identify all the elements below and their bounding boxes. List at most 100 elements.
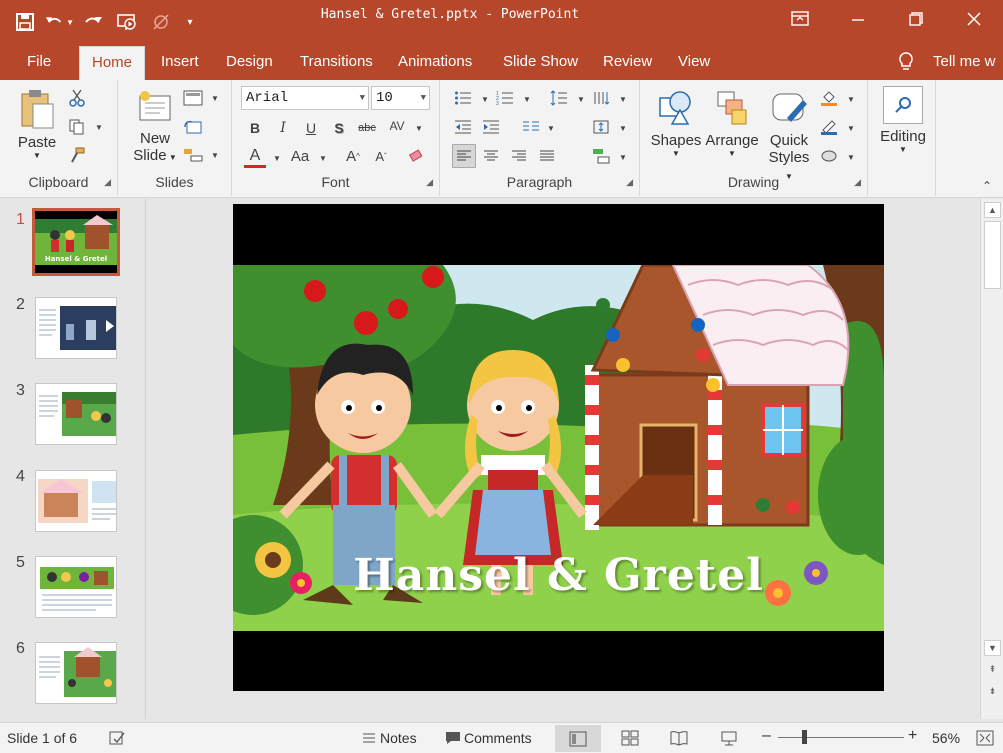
decrease-indent-icon[interactable] — [452, 117, 474, 137]
clear-formatting-icon[interactable] — [406, 146, 428, 166]
previous-slide-icon[interactable]: ⇞ — [984, 661, 1001, 677]
smartart-dropdown-icon[interactable]: ▼ — [612, 147, 634, 167]
scroll-up-icon[interactable]: ▲ — [984, 202, 1001, 218]
text-shadow-icon[interactable]: S — [328, 118, 350, 138]
minimize-icon[interactable] — [829, 0, 887, 38]
tab-slide-show[interactable]: Slide Show — [491, 46, 590, 80]
shape-effects-dropdown-icon[interactable]: ▼ — [840, 147, 862, 167]
text-direction-icon[interactable] — [590, 88, 612, 108]
section-dropdown-icon[interactable]: ▼ — [204, 145, 226, 165]
align-left-icon[interactable] — [452, 144, 476, 168]
current-slide[interactable]: Hansel & Gretel — [233, 204, 884, 691]
cut-icon[interactable] — [66, 88, 88, 108]
slide-title[interactable]: Hansel & Gretel — [233, 550, 884, 601]
lightbulb-icon[interactable] — [897, 52, 915, 75]
format-painter-icon[interactable] — [66, 145, 88, 165]
slide-thumbnail-5[interactable] — [35, 556, 117, 618]
tab-home[interactable]: Home — [79, 46, 146, 80]
tab-file[interactable]: File — [15, 46, 63, 80]
zoom-slider-thumb[interactable] — [802, 730, 807, 744]
notes-button[interactable]: Notes — [380, 730, 417, 746]
close-icon[interactable] — [945, 0, 1003, 38]
collapse-ribbon-icon[interactable]: ⌃ — [976, 176, 998, 196]
shape-outline-icon[interactable] — [818, 117, 840, 137]
font-name-combo[interactable]: Arial ▼ — [241, 86, 369, 110]
vertical-scrollbar[interactable]: ▲ ▼ ⇞ ⇟ — [980, 199, 1003, 719]
columns-dropdown-icon[interactable]: ▼ — [540, 118, 562, 138]
tab-insert[interactable]: Insert — [149, 46, 211, 80]
paste-button[interactable]: Paste ▼ — [12, 88, 62, 160]
normal-view-icon[interactable] — [555, 725, 601, 752]
align-text-icon[interactable] — [590, 117, 612, 137]
slide-show-icon[interactable] — [714, 727, 744, 749]
increase-font-size-icon[interactable]: A ^ — [342, 146, 364, 166]
reset-slide-icon[interactable] — [182, 117, 204, 137]
layout-dropdown-icon[interactable]: ▼ — [204, 88, 226, 108]
copy-dropdown-icon[interactable]: ▼ — [88, 117, 110, 137]
font-launcher-icon[interactable]: ◢ — [426, 177, 433, 188]
tab-view[interactable]: View — [666, 46, 722, 80]
zoom-slider-track[interactable] — [778, 737, 904, 738]
shape-effects-icon[interactable] — [818, 146, 840, 166]
new-slide-button[interactable]: New Slide ▼ — [132, 88, 178, 164]
character-spacing-dropdown-icon[interactable]: ▼ — [408, 118, 430, 138]
columns-icon[interactable] — [520, 117, 542, 137]
font-color-dropdown-icon[interactable]: ▼ — [266, 148, 288, 168]
underline-icon[interactable]: U — [300, 118, 322, 138]
font-color-icon[interactable]: A — [244, 146, 266, 168]
bold-icon[interactable]: B — [244, 118, 266, 138]
convert-to-smartart-icon[interactable] — [590, 146, 612, 166]
font-name-dropdown-icon[interactable]: ▼ — [360, 93, 365, 103]
shape-fill-dropdown-icon[interactable]: ▼ — [840, 89, 862, 109]
copy-icon[interactable] — [66, 117, 88, 137]
ribbon-display-options-icon[interactable] — [771, 0, 829, 38]
slide-thumbnail-3[interactable] — [35, 383, 117, 445]
restore-icon[interactable] — [887, 0, 945, 38]
increase-indent-icon[interactable] — [480, 117, 502, 137]
font-size-combo[interactable]: 10 ▼ — [371, 86, 430, 110]
layout-icon[interactable] — [182, 88, 204, 108]
spell-check-icon[interactable] — [102, 727, 132, 749]
shapes-button[interactable]: Shapes ▼ — [650, 88, 702, 158]
text-direction-dropdown-icon[interactable]: ▼ — [612, 89, 634, 109]
fit-to-window-icon[interactable] — [970, 727, 1000, 749]
zoom-level[interactable]: 56% — [932, 730, 960, 746]
line-spacing-dropdown-icon[interactable]: ▼ — [570, 89, 592, 109]
paragraph-launcher-icon[interactable]: ◢ — [626, 177, 633, 188]
align-right-icon[interactable] — [508, 146, 530, 166]
numbering-dropdown-icon[interactable]: ▼ — [516, 89, 538, 109]
tab-review[interactable]: Review — [591, 46, 664, 80]
slide-thumbnail-1[interactable]: Hansel & Gretel — [32, 208, 120, 276]
line-spacing-icon[interactable] — [548, 88, 570, 108]
editing-button[interactable]: Editing ▼ — [874, 86, 932, 154]
align-center-icon[interactable] — [480, 146, 502, 166]
slide-thumbnail-2[interactable] — [35, 297, 117, 359]
font-size-dropdown-icon[interactable]: ▼ — [421, 93, 426, 103]
zoom-out-icon[interactable]: – — [762, 727, 771, 745]
change-case-dropdown-icon[interactable]: ▼ — [312, 148, 334, 168]
scroll-thumb[interactable] — [984, 221, 1001, 289]
scroll-down-icon[interactable]: ▼ — [984, 640, 1001, 656]
drawing-launcher-icon[interactable]: ◢ — [854, 177, 861, 188]
next-slide-icon[interactable]: ⇟ — [984, 683, 1001, 699]
tab-animations[interactable]: Animations — [386, 46, 484, 80]
tell-me-search[interactable]: Tell me w — [921, 46, 996, 80]
align-text-dropdown-icon[interactable]: ▼ — [612, 118, 634, 138]
quick-styles-button[interactable]: Quick Styles ▼ — [764, 88, 814, 183]
italic-icon[interactable]: I — [272, 118, 294, 138]
section-icon[interactable] — [182, 145, 204, 165]
shape-outline-dropdown-icon[interactable]: ▼ — [840, 118, 862, 138]
bullets-dropdown-icon[interactable]: ▼ — [474, 89, 496, 109]
arrange-button[interactable]: Arrange ▼ — [704, 88, 760, 158]
decrease-font-size-icon[interactable]: Aˇ — [370, 146, 392, 166]
zoom-in-icon[interactable]: + — [908, 727, 917, 745]
shape-fill-icon[interactable] — [818, 88, 840, 108]
slide-thumbnail-4[interactable] — [35, 470, 117, 532]
comments-button[interactable]: Comments — [464, 730, 532, 746]
change-case-icon[interactable]: Aa — [286, 146, 314, 166]
character-spacing-icon[interactable]: AV — [384, 116, 410, 136]
tab-design[interactable]: Design — [214, 46, 285, 80]
reading-view-icon[interactable] — [664, 727, 694, 749]
tab-transitions[interactable]: Transitions — [288, 46, 385, 80]
numbering-icon[interactable]: 123 — [494, 88, 516, 108]
